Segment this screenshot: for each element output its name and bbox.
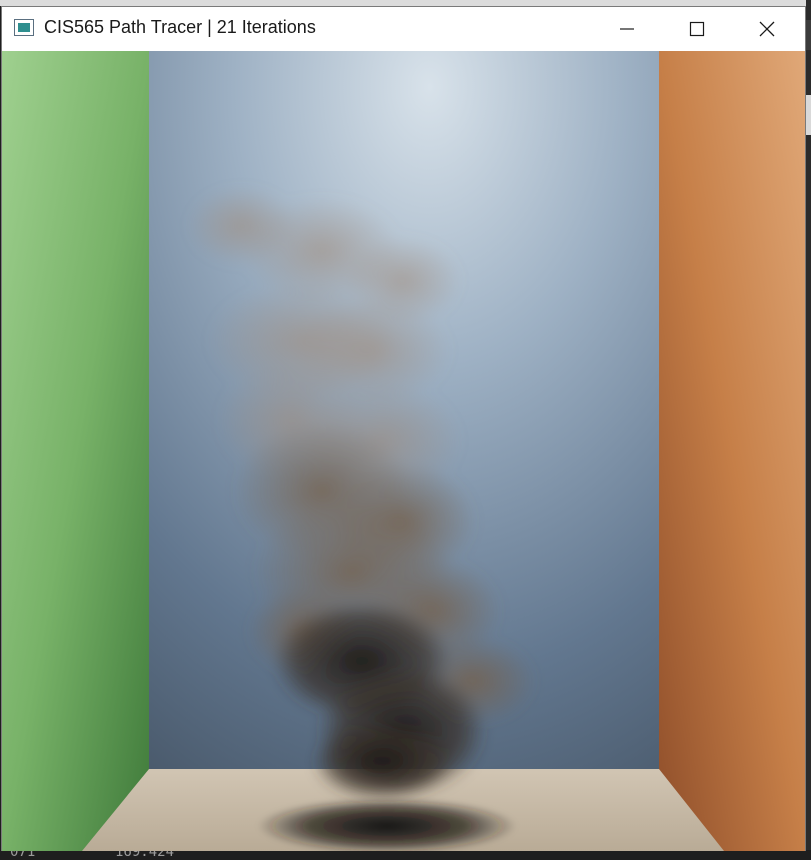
window-title: CIS565 Path Tracer | 21 Iterations	[44, 17, 316, 37]
close-button[interactable]	[744, 7, 790, 51]
close-icon	[759, 21, 775, 37]
left-wall	[2, 51, 149, 851]
minimize-icon	[620, 28, 634, 30]
rendered-scene	[2, 51, 805, 851]
background-app-edge	[806, 0, 811, 860]
minimize-button[interactable]	[604, 7, 650, 51]
maximize-button[interactable]	[674, 7, 720, 51]
right-wall	[659, 51, 805, 851]
title-bar[interactable]: CIS565 Path Tracer | 21 Iterations	[2, 7, 805, 51]
maximize-icon	[689, 21, 705, 37]
path-tracer-window[interactable]: CIS565 Path Tracer | 21 Iterations	[1, 6, 806, 851]
render-viewport[interactable]	[2, 51, 805, 851]
app-window-icon	[14, 19, 34, 36]
